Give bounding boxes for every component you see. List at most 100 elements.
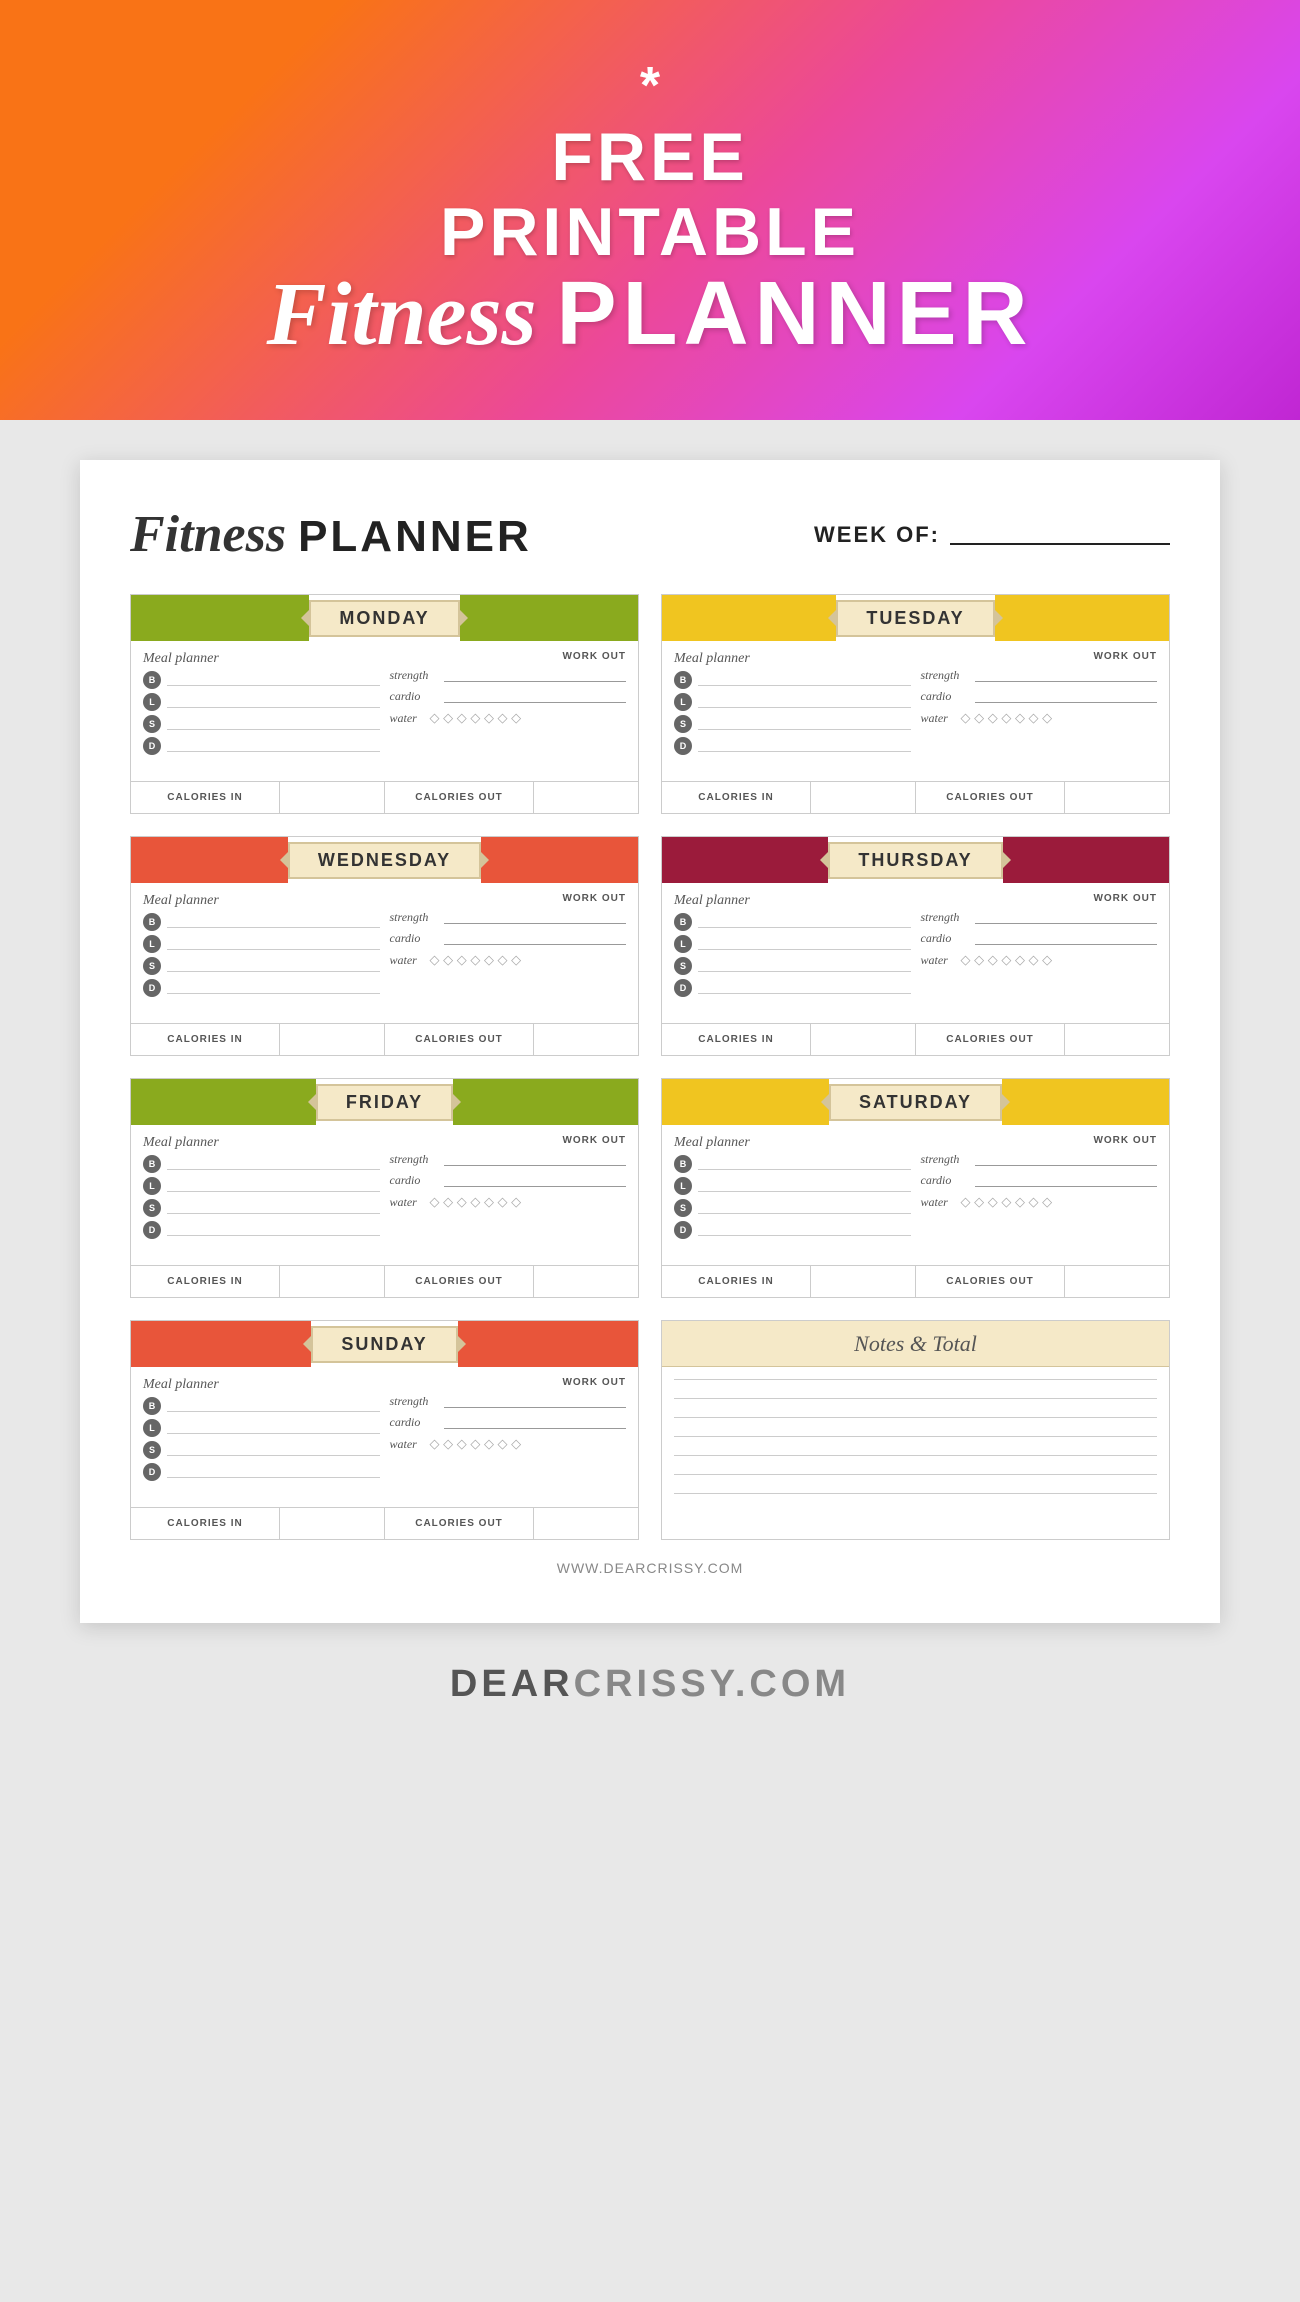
- workout-strength-label-saturday: strength: [921, 1152, 969, 1167]
- meal-line-d-sunday: [167, 1466, 380, 1478]
- meal-label-tuesday: Meal planner: [674, 651, 911, 667]
- meal-line-d-friday: [167, 1224, 380, 1236]
- water-label-sunday: water: [390, 1437, 426, 1452]
- notes-header: Notes & Total: [662, 1321, 1169, 1367]
- meal-line-l-sunday: [167, 1422, 380, 1434]
- workout-strength-thursday: strength: [921, 910, 1158, 925]
- workout-section-tuesday: WORK OUT strength cardio water ◇ ◇ ◇ ◇ ◇…: [921, 651, 1158, 771]
- water-drops-tuesday: ◇ ◇ ◇ ◇ ◇ ◇ ◇: [961, 710, 1053, 726]
- cal-out-val-wednesday: [534, 1024, 638, 1055]
- meal-circle-l-tuesday: L: [674, 693, 692, 711]
- day-card-thursday: THURSDAY Meal planner B L S: [661, 836, 1170, 1056]
- meal-row-d-thursday: D: [674, 979, 911, 997]
- meal-line-b-thursday: [698, 916, 911, 928]
- day-header-wednesday: WEDNESDAY: [131, 837, 638, 883]
- card-body-thursday: Meal planner B L S D: [662, 883, 1169, 1023]
- meal-row-s-tuesday: S: [674, 715, 911, 733]
- meal-line-s-sunday: [167, 1444, 380, 1456]
- water-row-sunday: water ◇ ◇ ◇ ◇ ◇ ◇ ◇: [390, 1436, 627, 1452]
- meal-circle-b-tuesday: B: [674, 671, 692, 689]
- notes-line-2: [674, 1398, 1157, 1399]
- workout-strength-sunday: strength: [390, 1394, 627, 1409]
- meal-line-l-tuesday: [698, 696, 911, 708]
- meal-line-l-thursday: [698, 938, 911, 950]
- day-name-monday: MONDAY: [309, 600, 459, 637]
- header-banner: * FREE PRINTABLE Fitness Planner: [0, 0, 1300, 420]
- meal-row-l-thursday: L: [674, 935, 911, 953]
- footer-brand-dear: DEAR: [450, 1663, 574, 1705]
- workout-strength-label-thursday: strength: [921, 910, 969, 925]
- water-label-tuesday: water: [921, 711, 957, 726]
- day-name-tuesday: TUESDAY: [836, 600, 994, 637]
- planner-card: Fitness PLANNER WEEK OF: MONDAY Meal pla…: [80, 460, 1220, 1623]
- meal-line-s-monday: [167, 718, 380, 730]
- cal-out-label-tuesday: CALORIES OUT: [916, 782, 1065, 813]
- day-header-right-saturday: [1002, 1079, 1169, 1125]
- meal-label-thursday: Meal planner: [674, 893, 911, 909]
- card-body-tuesday: Meal planner B L S D: [662, 641, 1169, 781]
- calories-row-tuesday: CALORIES IN CALORIES OUT: [662, 781, 1169, 813]
- meal-section-sunday: Meal planner B L S D: [143, 1377, 380, 1497]
- meal-row-b-monday: B: [143, 671, 380, 689]
- day-header-saturday: SATURDAY: [662, 1079, 1169, 1125]
- workout-cardio-label-wednesday: cardio: [390, 931, 438, 946]
- workout-strength-friday: strength: [390, 1152, 627, 1167]
- workout-cardio-line-thursday: [975, 933, 1158, 945]
- workout-cardio-line-saturday: [975, 1175, 1158, 1187]
- calories-row-wednesday: CALORIES IN CALORIES OUT: [131, 1023, 638, 1055]
- meal-label-friday: Meal planner: [143, 1135, 380, 1151]
- cal-out-label-monday: CALORIES OUT: [385, 782, 534, 813]
- workout-label-saturday: WORK OUT: [921, 1135, 1158, 1146]
- meal-line-d-monday: [167, 740, 380, 752]
- notes-line-7: [674, 1493, 1157, 1494]
- cal-out-val-thursday: [1065, 1024, 1169, 1055]
- meal-row-l-sunday: L: [143, 1419, 380, 1437]
- workout-cardio-friday: cardio: [390, 1173, 627, 1188]
- day-header-monday: MONDAY: [131, 595, 638, 641]
- cal-in-label-thursday: CALORIES IN: [662, 1024, 811, 1055]
- day-card-saturday: SATURDAY Meal planner B L S: [661, 1078, 1170, 1298]
- notes-line-4: [674, 1436, 1157, 1437]
- day-name-friday: FRIDAY: [316, 1084, 453, 1121]
- workout-strength-saturday: strength: [921, 1152, 1158, 1167]
- cal-out-val-friday: [534, 1266, 638, 1297]
- workout-strength-line-tuesday: [975, 670, 1158, 682]
- cal-in-label-sunday: CALORIES IN: [131, 1508, 280, 1539]
- notes-card: Notes & Total: [661, 1320, 1170, 1540]
- header-planner-text: Planner: [557, 269, 1034, 359]
- calories-row-saturday: CALORIES IN CALORIES OUT: [662, 1265, 1169, 1297]
- cal-out-val-tuesday: [1065, 782, 1169, 813]
- cal-in-val-wednesday: [280, 1024, 385, 1055]
- meal-row-d-sunday: D: [143, 1463, 380, 1481]
- workout-section-thursday: WORK OUT strength cardio water ◇ ◇ ◇ ◇ ◇…: [921, 893, 1158, 1013]
- meal-row-b-tuesday: B: [674, 671, 911, 689]
- meal-line-b-sunday: [167, 1400, 380, 1412]
- cal-in-label-tuesday: CALORIES IN: [662, 782, 811, 813]
- meal-line-l-saturday: [698, 1180, 911, 1192]
- day-header-left-saturday: [662, 1079, 829, 1125]
- header-printable-text: PRINTABLE: [440, 195, 860, 270]
- card-body-sunday: Meal planner B L S D: [131, 1367, 638, 1507]
- meal-line-d-thursday: [698, 982, 911, 994]
- water-label-thursday: water: [921, 953, 957, 968]
- day-name-thursday: THURSDAY: [828, 842, 1002, 879]
- cal-out-label-saturday: CALORIES OUT: [916, 1266, 1065, 1297]
- workout-label-friday: WORK OUT: [390, 1135, 627, 1146]
- header-title-row: Fitness Planner: [266, 269, 1033, 360]
- workout-strength-line-monday: [444, 670, 627, 682]
- water-row-saturday: water ◇ ◇ ◇ ◇ ◇ ◇ ◇: [921, 1194, 1158, 1210]
- meal-circle-d-thursday: D: [674, 979, 692, 997]
- workout-strength-line-sunday: [444, 1396, 627, 1408]
- day-header-left-tuesday: [662, 595, 836, 641]
- cal-in-val-tuesday: [811, 782, 916, 813]
- meal-row-s-friday: S: [143, 1199, 380, 1217]
- meal-label-saturday: Meal planner: [674, 1135, 911, 1151]
- meal-circle-l-sunday: L: [143, 1419, 161, 1437]
- workout-strength-line-wednesday: [444, 912, 627, 924]
- day-card-monday: MONDAY Meal planner B L S: [130, 594, 639, 814]
- card-body-saturday: Meal planner B L S D: [662, 1125, 1169, 1265]
- day-card-tuesday: TUESDAY Meal planner B L S: [661, 594, 1170, 814]
- meal-row-l-friday: L: [143, 1177, 380, 1195]
- day-name-wednesday: WEDNESDAY: [288, 842, 481, 879]
- meal-row-l-wednesday: L: [143, 935, 380, 953]
